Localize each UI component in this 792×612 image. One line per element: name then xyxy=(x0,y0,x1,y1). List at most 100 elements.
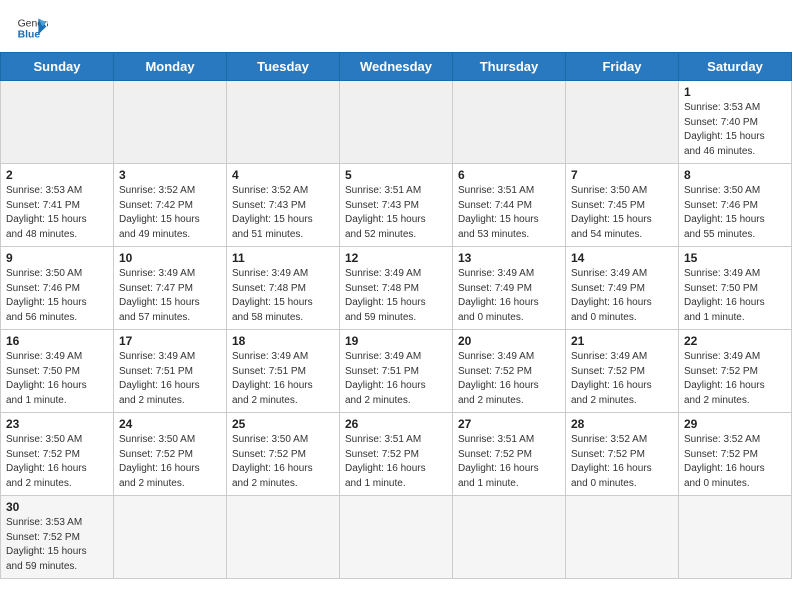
day-info: Sunrise: 3:49 AM Sunset: 7:51 PM Dayligh… xyxy=(119,350,221,408)
weekday-header-sunday: Sunday xyxy=(1,53,114,81)
day-info: Sunrise: 3:49 AM Sunset: 7:52 PM Dayligh… xyxy=(458,350,560,408)
week-row-5: 23 Sunrise: 3:50 AM Sunset: 7:52 PM Dayli… xyxy=(1,413,792,496)
calendar-cell xyxy=(1,81,114,164)
day-info: Sunrise: 3:49 AM Sunset: 7:50 PM Dayligh… xyxy=(684,267,786,325)
calendar-cell: 26 Sunrise: 3:51 AM Sunset: 7:52 PM Dayli… xyxy=(340,413,453,496)
day-info: Sunrise: 3:49 AM Sunset: 7:48 PM Dayligh… xyxy=(232,267,334,325)
day-number: 25 xyxy=(232,417,334,431)
day-number: 27 xyxy=(458,417,560,431)
logo: General Blue xyxy=(16,12,48,44)
calendar-cell: 13 Sunrise: 3:49 AM Sunset: 7:49 PM Dayli… xyxy=(453,247,566,330)
svg-text:Blue: Blue xyxy=(18,30,41,41)
weekday-header-thursday: Thursday xyxy=(453,53,566,81)
calendar-cell: 22 Sunrise: 3:49 AM Sunset: 7:52 PM Dayli… xyxy=(679,330,792,413)
calendar-cell xyxy=(227,496,340,579)
day-number: 8 xyxy=(684,168,786,182)
day-number: 3 xyxy=(119,168,221,182)
day-number: 22 xyxy=(684,334,786,348)
calendar-cell: 28 Sunrise: 3:52 AM Sunset: 7:52 PM Dayli… xyxy=(566,413,679,496)
calendar-cell xyxy=(340,81,453,164)
day-info: Sunrise: 3:49 AM Sunset: 7:51 PM Dayligh… xyxy=(345,350,447,408)
day-info: Sunrise: 3:49 AM Sunset: 7:47 PM Dayligh… xyxy=(119,267,221,325)
day-info: Sunrise: 3:50 AM Sunset: 7:52 PM Dayligh… xyxy=(232,433,334,491)
day-info: Sunrise: 3:52 AM Sunset: 7:52 PM Dayligh… xyxy=(684,433,786,491)
calendar-cell: 9 Sunrise: 3:50 AM Sunset: 7:46 PM Daylig… xyxy=(1,247,114,330)
calendar-cell: 12 Sunrise: 3:49 AM Sunset: 7:48 PM Dayli… xyxy=(340,247,453,330)
calendar-cell xyxy=(566,81,679,164)
calendar-cell: 5 Sunrise: 3:51 AM Sunset: 7:43 PM Daylig… xyxy=(340,164,453,247)
day-info: Sunrise: 3:51 AM Sunset: 7:44 PM Dayligh… xyxy=(458,184,560,242)
day-info: Sunrise: 3:51 AM Sunset: 7:52 PM Dayligh… xyxy=(458,433,560,491)
week-row-6: 30Sunrise: 3:53 AM Sunset: 7:52 PM Dayli… xyxy=(1,496,792,579)
calendar-cell: 24Sunrise: 3:50 AM Sunset: 7:52 PM Dayli… xyxy=(114,413,227,496)
day-number: 11 xyxy=(232,251,334,265)
day-number: 19 xyxy=(345,334,447,348)
calendar-cell: 27 Sunrise: 3:51 AM Sunset: 7:52 PM Dayli… xyxy=(453,413,566,496)
calendar-cell: 23 Sunrise: 3:50 AM Sunset: 7:52 PM Dayli… xyxy=(1,413,114,496)
week-row-1: 1Sunrise: 3:53 AM Sunset: 7:40 PM Daylig… xyxy=(1,81,792,164)
calendar-cell xyxy=(114,81,227,164)
calendar-cell xyxy=(453,81,566,164)
calendar-cell: 6 Sunrise: 3:51 AM Sunset: 7:44 PM Daylig… xyxy=(453,164,566,247)
day-info: Sunrise: 3:51 AM Sunset: 7:52 PM Dayligh… xyxy=(345,433,447,491)
day-number: 26 xyxy=(345,417,447,431)
calendar-cell: 30Sunrise: 3:53 AM Sunset: 7:52 PM Dayli… xyxy=(1,496,114,579)
day-number: 12 xyxy=(345,251,447,265)
day-number: 6 xyxy=(458,168,560,182)
calendar-header: General Blue xyxy=(0,0,792,52)
day-info: Sunrise: 3:49 AM Sunset: 7:50 PM Dayligh… xyxy=(6,350,108,408)
weekday-header-saturday: Saturday xyxy=(679,53,792,81)
calendar-cell: 14Sunrise: 3:49 AM Sunset: 7:49 PM Dayli… xyxy=(566,247,679,330)
day-number: 13 xyxy=(458,251,560,265)
calendar-cell: 3Sunrise: 3:52 AM Sunset: 7:42 PM Daylig… xyxy=(114,164,227,247)
calendar-cell: 17 Sunrise: 3:49 AM Sunset: 7:51 PM Dayli… xyxy=(114,330,227,413)
day-number: 18 xyxy=(232,334,334,348)
calendar-cell: 8 Sunrise: 3:50 AM Sunset: 7:46 PM Daylig… xyxy=(679,164,792,247)
calendar-cell: 29 Sunrise: 3:52 AM Sunset: 7:52 PM Dayli… xyxy=(679,413,792,496)
day-number: 10 xyxy=(119,251,221,265)
day-info: Sunrise: 3:50 AM Sunset: 7:45 PM Dayligh… xyxy=(571,184,673,242)
calendar-cell: 2Sunrise: 3:53 AM Sunset: 7:41 PM Daylig… xyxy=(1,164,114,247)
day-info: Sunrise: 3:50 AM Sunset: 7:46 PM Dayligh… xyxy=(684,184,786,242)
weekday-header-monday: Monday xyxy=(114,53,227,81)
day-info: Sunrise: 3:49 AM Sunset: 7:52 PM Dayligh… xyxy=(571,350,673,408)
weekday-header-friday: Friday xyxy=(566,53,679,81)
calendar-cell xyxy=(566,496,679,579)
day-info: Sunrise: 3:50 AM Sunset: 7:46 PM Dayligh… xyxy=(6,267,108,325)
day-number: 17 xyxy=(119,334,221,348)
weekday-header-wednesday: Wednesday xyxy=(340,53,453,81)
day-info: Sunrise: 3:49 AM Sunset: 7:49 PM Dayligh… xyxy=(458,267,560,325)
calendar-cell xyxy=(453,496,566,579)
day-number: 28 xyxy=(571,417,673,431)
day-number: 29 xyxy=(684,417,786,431)
calendar-cell xyxy=(227,81,340,164)
day-info: Sunrise: 3:49 AM Sunset: 7:48 PM Dayligh… xyxy=(345,267,447,325)
day-number: 15 xyxy=(684,251,786,265)
day-number: 4 xyxy=(232,168,334,182)
calendar-cell: 11 Sunrise: 3:49 AM Sunset: 7:48 PM Dayli… xyxy=(227,247,340,330)
day-number: 5 xyxy=(345,168,447,182)
day-info: Sunrise: 3:52 AM Sunset: 7:52 PM Dayligh… xyxy=(571,433,673,491)
day-number: 23 xyxy=(6,417,108,431)
calendar-cell xyxy=(340,496,453,579)
day-number: 9 xyxy=(6,251,108,265)
week-row-3: 9 Sunrise: 3:50 AM Sunset: 7:46 PM Daylig… xyxy=(1,247,792,330)
day-number: 24 xyxy=(119,417,221,431)
calendar-cell: 7Sunrise: 3:50 AM Sunset: 7:45 PM Daylig… xyxy=(566,164,679,247)
logo-icon: General Blue xyxy=(16,12,48,44)
weekday-header-row: SundayMondayTuesdayWednesdayThursdayFrid… xyxy=(1,53,792,81)
week-row-2: 2Sunrise: 3:53 AM Sunset: 7:41 PM Daylig… xyxy=(1,164,792,247)
week-row-4: 16Sunrise: 3:49 AM Sunset: 7:50 PM Dayli… xyxy=(1,330,792,413)
day-number: 21 xyxy=(571,334,673,348)
weekday-header-tuesday: Tuesday xyxy=(227,53,340,81)
day-info: Sunrise: 3:51 AM Sunset: 7:43 PM Dayligh… xyxy=(345,184,447,242)
calendar-cell xyxy=(114,496,227,579)
day-number: 14 xyxy=(571,251,673,265)
calendar-cell xyxy=(679,496,792,579)
day-info: Sunrise: 3:50 AM Sunset: 7:52 PM Dayligh… xyxy=(6,433,108,491)
day-info: Sunrise: 3:53 AM Sunset: 7:52 PM Dayligh… xyxy=(6,516,108,574)
calendar-cell: 1Sunrise: 3:53 AM Sunset: 7:40 PM Daylig… xyxy=(679,81,792,164)
calendar-cell: 4Sunrise: 3:52 AM Sunset: 7:43 PM Daylig… xyxy=(227,164,340,247)
calendar-cell: 19 Sunrise: 3:49 AM Sunset: 7:51 PM Dayli… xyxy=(340,330,453,413)
day-info: Sunrise: 3:49 AM Sunset: 7:52 PM Dayligh… xyxy=(684,350,786,408)
